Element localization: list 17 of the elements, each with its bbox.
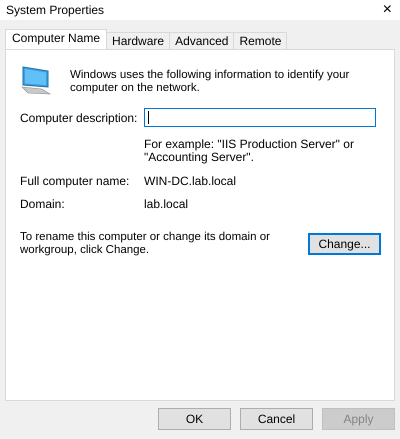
dialog-button[interactable]: Cancel: [240, 408, 313, 430]
change-button[interactable]: Change...: [308, 233, 381, 255]
field-label: Full computer name:: [20, 174, 130, 188]
close-button[interactable]: ×: [382, 2, 400, 18]
tab[interactable]: Remote: [233, 32, 288, 49]
window-title: System Properties: [5, 3, 104, 17]
example-text: For example: "IIS Production Server" or "Accounting Server".: [144, 138, 355, 164]
description-field[interactable]: [144, 108, 376, 127]
rename-text: To rename this computer or change its domain or workgroup, click Change.: [20, 231, 271, 257]
field-label: Computer description:: [20, 110, 138, 124]
intro-text: Windows uses the following information to identify your computer on the network.: [70, 69, 350, 95]
field-value: lab.local: [144, 196, 188, 210]
dialog-button[interactable]: OK: [158, 408, 231, 430]
tab[interactable]: Computer Name: [5, 29, 108, 49]
computer-icon: [20, 65, 52, 95]
field-label: Domain:: [20, 196, 66, 210]
field-value: WIN-DC.lab.local: [144, 174, 236, 188]
